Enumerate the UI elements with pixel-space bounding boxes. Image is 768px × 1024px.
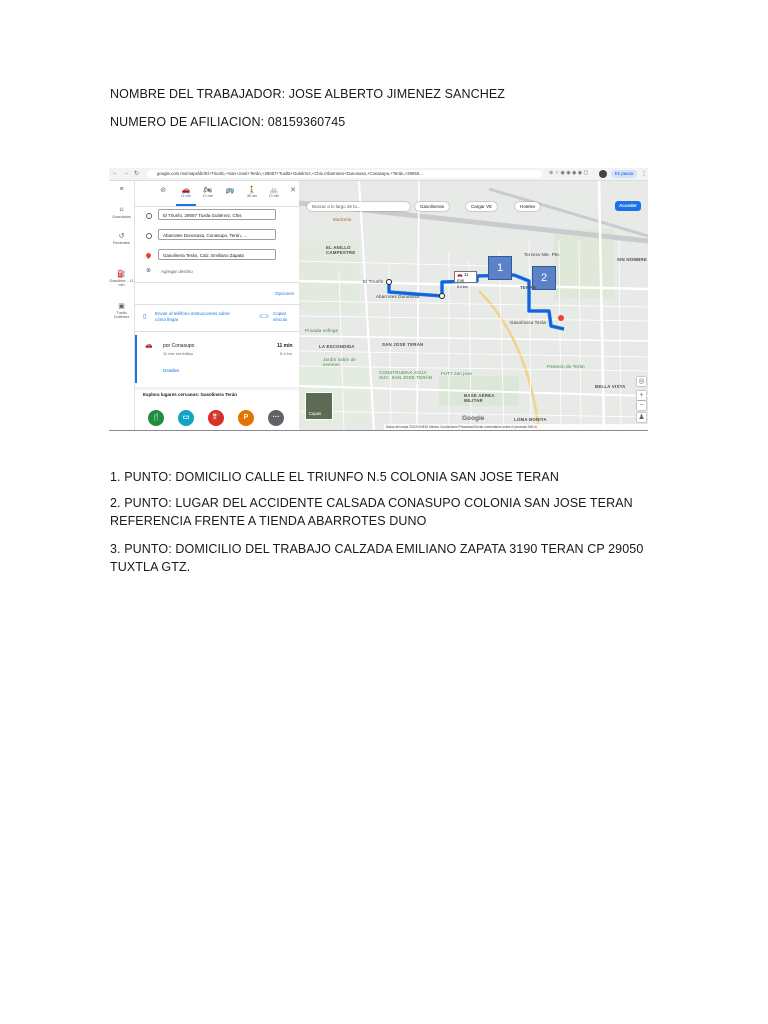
bookmark-icon: ⌑ xyxy=(119,207,124,214)
history-icon: ↺ xyxy=(118,233,125,240)
route-traffic: 11 min sin tráfico xyxy=(163,351,193,356)
mode-best[interactable]: ⊘ xyxy=(153,186,173,199)
rail-item-saved[interactable]: ⌑ Guardados xyxy=(109,207,134,219)
avatar[interactable] xyxy=(599,170,607,178)
address-bar[interactable]: google.com.mx/maps/dir/El+Triunfo,+San+J… xyxy=(147,170,542,178)
rail-item-recent[interactable]: ↺ Recientes xyxy=(109,233,134,245)
chip-hotels[interactable]: Hoteles xyxy=(515,202,541,211)
gas-station-icon[interactable]: ⛽ xyxy=(208,410,224,426)
pegman-icon[interactable]: ♟ xyxy=(637,413,646,422)
zoom-out-button[interactable]: − xyxy=(637,401,646,410)
maps-side-rail: ≡ ⌑ Guardados ↺ Recientes ⛽ Gasoliner... 11… xyxy=(109,181,135,430)
label-privada: Privada esfinge xyxy=(305,328,339,333)
more-icon[interactable]: ··· xyxy=(268,410,284,426)
restaurants-icon[interactable]: 🍴 xyxy=(148,410,164,426)
browser-toolbar: ← → ↻ google.com.mx/maps/dir/El+Triunfo,… xyxy=(109,168,648,181)
point-1: 1. PUNTO: DOMICILIO CALLE EL TRIUNFO N.5… xyxy=(110,470,559,484)
copy-link[interactable]: Copiar vínculo xyxy=(273,311,297,323)
map-view[interactable]: Buscar a lo largo de la... Gasolineras C… xyxy=(299,181,648,430)
label-anillo: EL ANILLO CAMPESTRE xyxy=(326,245,356,255)
add-destination-icon: ⊕ xyxy=(146,268,152,274)
hotels-icon[interactable]: ▭ xyxy=(178,410,194,426)
bus-icon: 🚌 xyxy=(225,187,235,194)
send-to-phone-link[interactable]: Enviar al teléfono instrucciones sobre c… xyxy=(155,311,237,323)
back-arrow-icon[interactable]: ← xyxy=(112,170,118,176)
pause-badge[interactable]: En pausa xyxy=(611,170,637,178)
destination-field[interactable]: Gasolinera Terán, Calz. Emiliano Zapata xyxy=(158,249,276,260)
label-la-escondida: LA ESCONDIDA xyxy=(319,344,355,349)
my-location-icon[interactable]: ◎ xyxy=(637,377,646,386)
bicycle-icon: 🚲 xyxy=(269,187,279,194)
mode-car[interactable]: 🚗 11 min xyxy=(176,186,196,199)
reload-icon[interactable]: ↻ xyxy=(134,170,139,177)
marker-box-1: 1 xyxy=(488,256,512,280)
car-icon: 🚗 xyxy=(457,272,463,277)
chip-gas-stations[interactable]: Gasolineras xyxy=(415,202,450,211)
waypoint-dot-icon xyxy=(146,233,152,239)
gas-station-icon: ⛽ xyxy=(117,271,126,278)
worker-name-line: NOMBRE DEL TRABAJADOR: JOSE ALBERTO JIME… xyxy=(110,87,505,101)
mode-walk[interactable]: 🚶 38 min xyxy=(242,186,262,199)
map-footer: Datos del mapa ©2024 INEGI México Condic… xyxy=(384,424,648,430)
waypoint-field[interactable]: Abarrotes Dunosusa, Conasupo, Terán, ... xyxy=(158,229,276,240)
travel-mode-bar: ⊘ 🚗 11 min 🏍 10 min 🚌 🚶 38 min 🚲 10 min ✕ xyxy=(135,184,299,207)
destination-pin-icon xyxy=(144,251,153,260)
mode-motorcycle[interactable]: 🏍 10 min xyxy=(198,186,218,199)
mode-transit[interactable]: 🚌 xyxy=(220,186,240,199)
phone-icon: ▯ xyxy=(143,314,147,320)
menu-kebab-icon[interactable]: ⋮ xyxy=(641,170,647,177)
sign-in-button[interactable]: Acceder xyxy=(615,201,641,211)
label-san-jose-teran: SAN JOSÉ TERÁN xyxy=(382,342,424,347)
link-icon: ⊂⊃ xyxy=(259,314,270,320)
layers-button[interactable]: Capas xyxy=(305,392,333,420)
car-icon: 🚗 xyxy=(181,187,191,194)
label-teran: TERÁN xyxy=(520,285,537,290)
point-2: 2. PUNTO: LUGAR DEL ACCIDENTE CALSADA CO… xyxy=(110,496,633,528)
route-time: 11 min xyxy=(277,343,293,349)
extension-icons: ⊕ ☆ ◉ ◉ ◉ ◉ ▢ xyxy=(549,170,589,176)
affiliation-number-line: NUMERO DE AFILIACION: 08159360745 xyxy=(110,115,346,129)
label-loma-bonita: LOMA BONITA xyxy=(514,417,547,422)
options-link[interactable]: Opciones xyxy=(275,291,294,296)
car-icon: 🚗 xyxy=(145,343,153,349)
add-destination-link[interactable]: Agregar destino xyxy=(161,269,193,274)
explore-nearby-title: Explora lugares cercanos: Gasolinera Ter… xyxy=(143,392,237,397)
motorcycle-icon: 🏍 xyxy=(203,187,213,194)
route-card[interactable]: 🚗 por Conasupo 11 min 11 min sin tráfico… xyxy=(135,335,299,383)
directions-panel: ⊘ 🚗 11 min 🏍 10 min 🚌 🚶 38 min 🚲 10 min ✕ El… xyxy=(135,181,299,430)
label-sin-nombre: SIN NOMBRE xyxy=(617,257,648,262)
label-marbella: Marbella xyxy=(333,217,352,222)
label-bella-vista: BELLA VISTA xyxy=(595,384,626,389)
origin-field[interactable]: El Triunfo, 29057 Tuxtla Gutiérrez, Chis xyxy=(158,209,276,220)
recommended-icon: ⊘ xyxy=(160,187,166,194)
label-construmax: CONSTRUMAX AGUA SUC. SAN JOSE TERÁN xyxy=(379,370,433,380)
label-el-triunfo: El Triunfo xyxy=(363,279,384,284)
rail-item-city[interactable]: ▣ Tuxtla Gutiérrez xyxy=(109,303,134,319)
zoom-in-button[interactable]: + xyxy=(637,391,646,400)
label-base-aerea: BASE AÉREA MILITAR xyxy=(464,393,495,403)
origin-dot-icon xyxy=(146,213,152,219)
route-time-badge: 🚗 11 min 5.4 km xyxy=(454,271,477,289)
point-3: 3. PUNTO: DOMICILIO DEL TRABAJO CALZADA … xyxy=(110,542,644,574)
route-distance: 5.4 km xyxy=(280,351,293,356)
city-thumbnail-icon: ▣ xyxy=(118,303,125,310)
details-link[interactable]: Detalles xyxy=(163,368,179,373)
route-via: por Conasupo xyxy=(163,343,195,349)
parking-icon[interactable]: P xyxy=(238,410,254,426)
mode-bike[interactable]: 🚲 10 min xyxy=(264,186,284,199)
hamburger-menu-icon[interactable]: ≡ xyxy=(109,186,134,194)
maps-screenshot: ← → ↻ google.com.mx/maps/dir/El+Triunfo,… xyxy=(109,168,648,431)
rail-item-gas[interactable]: ⛽ Gasoliner... 11 min xyxy=(109,271,134,287)
label-gasolinera: Gasolinera Terán xyxy=(510,320,547,325)
label-fut7: FUT7 san jose xyxy=(441,371,473,376)
forward-arrow-icon[interactable]: → xyxy=(123,170,129,176)
map-search-input[interactable]: Buscar a lo largo de la... xyxy=(307,202,410,211)
google-logo: Google xyxy=(462,415,485,422)
label-jardin: Jardín salón de eventos xyxy=(323,357,357,367)
label-panteon: Panteón de Terán xyxy=(547,364,585,369)
label-tercera: Tercera Nte. Pte. xyxy=(524,252,561,257)
label-abarrotes: Abarrotes Dunosusa xyxy=(376,294,420,299)
chip-ev-charging[interactable]: Cargar VE xyxy=(466,202,498,211)
walk-icon: 🚶 xyxy=(247,187,257,194)
